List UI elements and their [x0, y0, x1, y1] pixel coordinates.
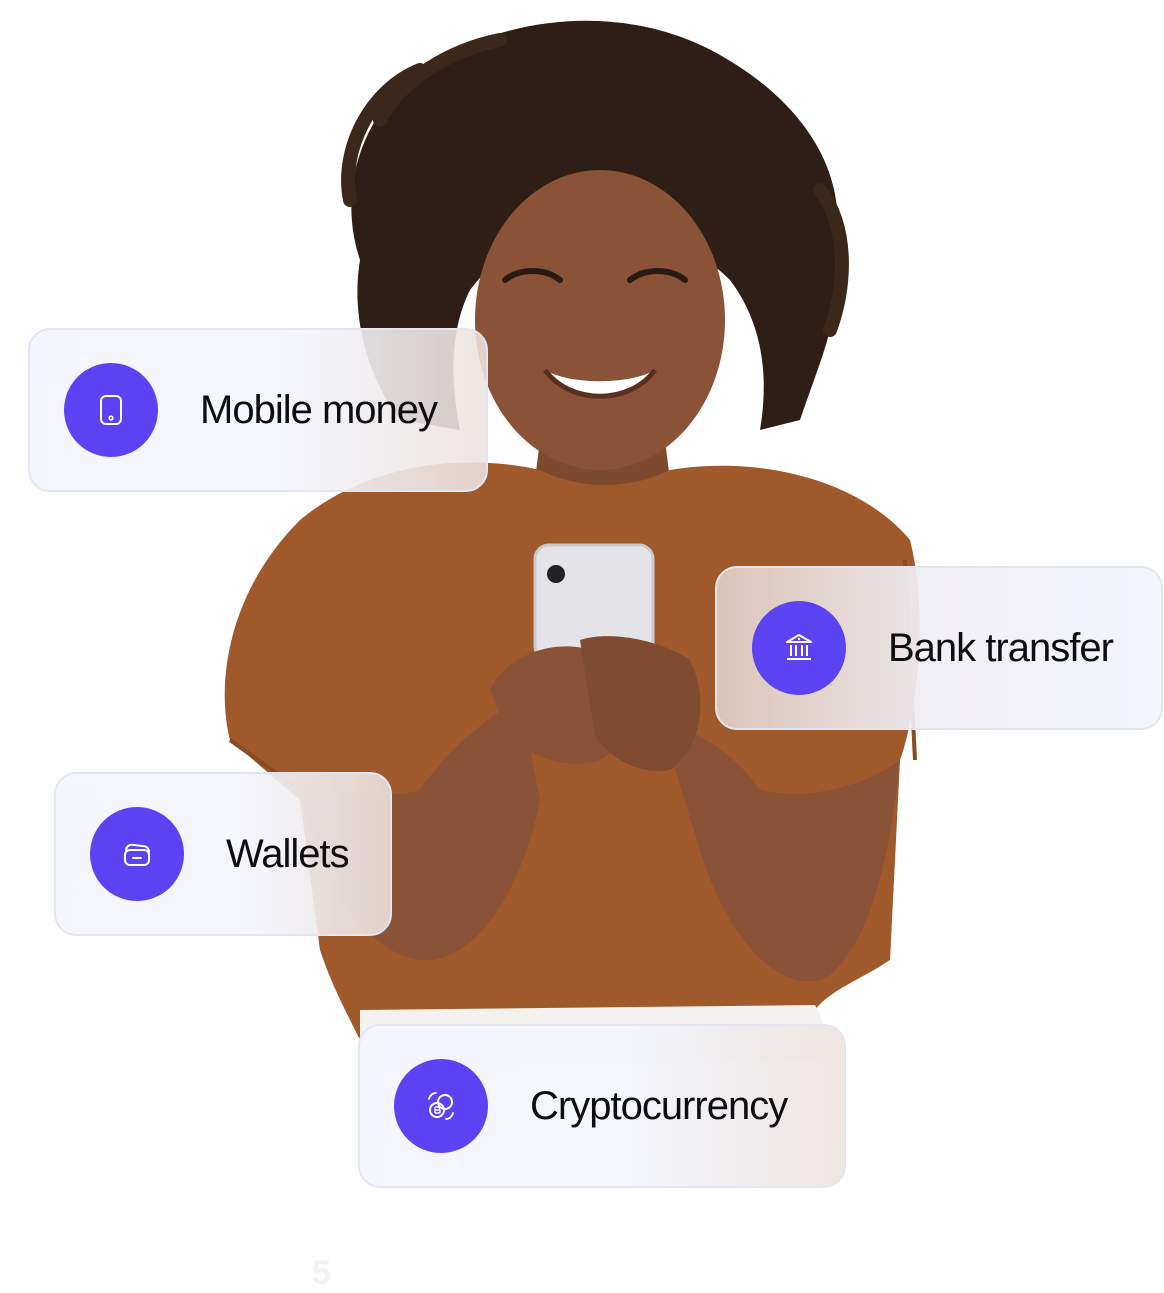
wallets-label: Wallets	[226, 831, 350, 876]
payment-method-card-wallets[interactable]: Wallets	[54, 772, 392, 936]
mobile-money-label: Mobile money	[200, 387, 438, 432]
payment-method-card-bank-transfer[interactable]: Bank transfer	[715, 566, 1163, 730]
crypto-exchange-icon	[394, 1059, 488, 1153]
face	[475, 170, 725, 470]
bank-icon	[752, 601, 846, 695]
payment-method-card-mobile-money[interactable]: Mobile money	[28, 328, 488, 492]
wallet-icon	[90, 807, 184, 901]
mobile-phone-icon	[64, 363, 158, 457]
payment-method-card-cryptocurrency[interactable]: Cryptocurrency	[358, 1024, 846, 1188]
cryptocurrency-label: Cryptocurrency	[530, 1083, 788, 1128]
hero-scene: Mobile money Bank transfer Wallets Crypt…	[0, 0, 1164, 1292]
page-number: 5	[312, 1254, 331, 1292]
bank-transfer-label: Bank transfer	[888, 625, 1114, 670]
